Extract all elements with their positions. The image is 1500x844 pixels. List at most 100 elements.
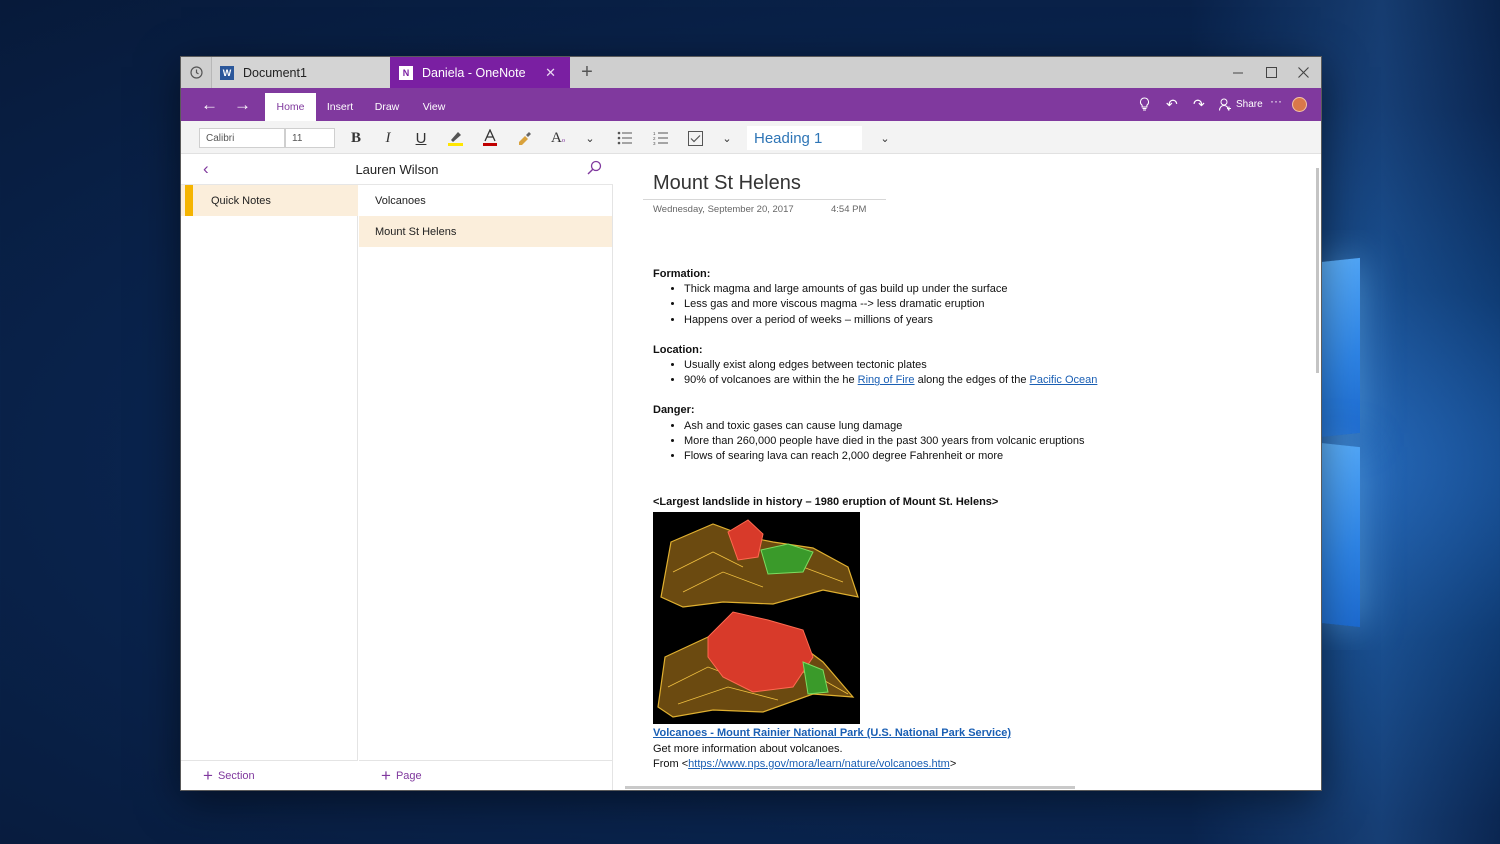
maximize-button[interactable]	[1255, 57, 1288, 88]
chevron-down-icon[interactable]: ⌄	[579, 127, 601, 149]
sections-pane	[181, 154, 358, 790]
word-icon: W	[220, 65, 234, 80]
add-page-button[interactable]: + Page	[359, 760, 612, 790]
forward-arrow-icon[interactable]: →	[234, 95, 251, 115]
add-page-label: Page	[395, 769, 422, 782]
bold-icon[interactable]: B	[345, 127, 367, 149]
font-name-box[interactable]: Calibri	[199, 128, 285, 148]
redo-icon[interactable]: ↷	[1193, 96, 1205, 113]
section-color-tab	[185, 185, 193, 216]
formation-heading: Formation:	[653, 268, 711, 280]
person-icon	[1219, 98, 1231, 111]
tab-onenote[interactable]: N Daniela - OneNote ✕	[390, 57, 570, 88]
lightbulb-icon[interactable]	[1139, 97, 1150, 114]
list-item: Flows of searing lava can reach 2,000 de…	[684, 449, 1097, 464]
location-heading: Location:	[653, 343, 703, 356]
page-title[interactable]: Mount St Helens	[653, 172, 801, 195]
font-color-icon[interactable]	[479, 127, 501, 149]
danger-list: Ash and toxic gases can cause lung damag…	[684, 419, 1097, 465]
clear-formatting-icon[interactable]: Aₒ	[547, 127, 569, 149]
vertical-scrollbar[interactable]	[1316, 168, 1319, 373]
onenote-icon: N	[399, 65, 413, 80]
pacific-ocean-link[interactable]: Pacific Ocean	[1030, 374, 1098, 386]
plus-icon: +	[203, 765, 213, 785]
danger-heading: Danger:	[653, 404, 695, 417]
back-arrow-icon[interactable]: ←	[201, 95, 218, 115]
tab-view[interactable]: View	[417, 93, 451, 121]
page-time: 4:54 PM	[831, 204, 867, 215]
minimize-icon	[1233, 72, 1243, 74]
numbered-list-icon[interactable]: 123	[650, 127, 672, 149]
page-label: Mount St Helens	[375, 225, 457, 238]
ribbon-bar: ← → Home Insert Draw View ↶ ↷ Share ···	[181, 88, 1321, 121]
image-heading: <Largest landslide in history – 1980 eru…	[653, 496, 999, 509]
plus-icon: +	[381, 765, 391, 785]
onenote-window: W Document1 N Daniela - OneNote ✕ + ← → …	[181, 57, 1321, 790]
close-icon	[1298, 67, 1309, 78]
notebook-title[interactable]: Lauren Wilson	[181, 162, 613, 177]
ring-of-fire-link[interactable]: Ring of Fire	[858, 374, 915, 386]
list-item: Happens over a period of weeks – million…	[684, 313, 1097, 328]
tab-strip: W Document1 N Daniela - OneNote ✕ +	[181, 57, 1321, 88]
add-section-label: Section	[217, 769, 255, 782]
source-from: From <https://www.nps.gov/mora/learn/nat…	[653, 758, 957, 770]
notebook-header: ‹ Lauren Wilson	[181, 154, 613, 185]
list-item: Ash and toxic gases can cause lung damag…	[684, 419, 1097, 434]
formation-list: Thick magma and large amounts of gas bui…	[684, 282, 1097, 328]
share-button[interactable]: Share	[1219, 98, 1263, 111]
tab-history-button[interactable]	[181, 57, 212, 88]
svg-text:3: 3	[653, 141, 656, 145]
underline-icon[interactable]: U	[410, 127, 432, 149]
nps-source-link[interactable]: Volcanoes - Mount Rainier National Park …	[653, 727, 1011, 739]
pages-pane	[358, 154, 613, 790]
tab-label: Daniela - OneNote	[422, 65, 526, 80]
bullet-list-icon[interactable]	[614, 127, 636, 149]
page-volcanoes[interactable]: Volcanoes	[359, 185, 612, 216]
note-body[interactable]: Formation: Thick magma and large amounts…	[653, 267, 1097, 510]
image-caption: Volcanoes - Mount Rainier National Park …	[653, 726, 1011, 773]
avatar[interactable]	[1292, 97, 1307, 112]
chevron-down-icon[interactable]: ⌄	[716, 127, 738, 149]
section-quick-notes[interactable]: Quick Notes	[181, 185, 358, 216]
horizontal-scrollbar[interactable]	[625, 786, 1075, 789]
location-list: Usually exist along edges between tecton…	[684, 358, 1097, 388]
maximize-icon	[1266, 67, 1277, 78]
tab-document1[interactable]: W Document1	[212, 57, 390, 88]
undo-icon[interactable]: ↶	[1166, 96, 1178, 113]
clock-icon	[189, 66, 203, 79]
list-item: Less gas and more viscous magma --> less…	[684, 297, 1097, 312]
italic-icon[interactable]: I	[377, 127, 399, 149]
style-selector[interactable]: Heading 1	[747, 126, 862, 150]
minimize-button[interactable]	[1222, 57, 1255, 88]
nps-url-link[interactable]: https://www.nps.gov/mora/learn/nature/vo…	[688, 758, 950, 770]
more-options-icon[interactable]: ···	[1270, 94, 1282, 108]
formatting-toolbar: Calibri 11 B I U Aₒ ⌄ 123 ⌄ Heading 1 ⌄	[181, 121, 1321, 154]
title-divider	[643, 199, 886, 200]
add-section-button[interactable]: + Section	[181, 760, 358, 790]
format-painter-icon[interactable]	[514, 127, 536, 149]
windows-logo	[1320, 230, 1500, 650]
list-item: 90% of volcanoes are within the he Ring …	[684, 373, 1097, 388]
list-item: Thick magma and large amounts of gas bui…	[684, 282, 1097, 297]
highlighter-icon[interactable]	[444, 127, 466, 149]
tab-insert[interactable]: Insert	[321, 93, 359, 121]
page-date: Wednesday, September 20, 2017	[653, 204, 794, 215]
share-label: Share	[1236, 99, 1263, 110]
tab-draw[interactable]: Draw	[369, 93, 405, 121]
tab-label: Document1	[243, 65, 307, 80]
close-window-button[interactable]	[1287, 57, 1320, 88]
tab-home[interactable]: Home	[265, 93, 316, 121]
close-tab-icon[interactable]: ✕	[545, 65, 556, 81]
page-label: Volcanoes	[375, 194, 426, 207]
list-item: More than 260,000 people have died in th…	[684, 434, 1097, 449]
page-mount-st-helens[interactable]: Mount St Helens	[359, 216, 612, 247]
source-description: Get more information about volcanoes.	[653, 742, 843, 755]
list-item: Usually exist along edges between tecton…	[684, 358, 1097, 373]
checkbox-icon[interactable]	[684, 127, 706, 149]
new-tab-button[interactable]: +	[576, 61, 598, 84]
font-size-box[interactable]: 11	[285, 128, 335, 148]
page-canvas[interactable]: Mount St Helens Wednesday, September 20,…	[613, 154, 1321, 790]
search-icon[interactable]	[587, 160, 602, 179]
landslide-image[interactable]	[653, 512, 860, 724]
style-dropdown-chevron-icon[interactable]: ⌄	[874, 127, 896, 149]
